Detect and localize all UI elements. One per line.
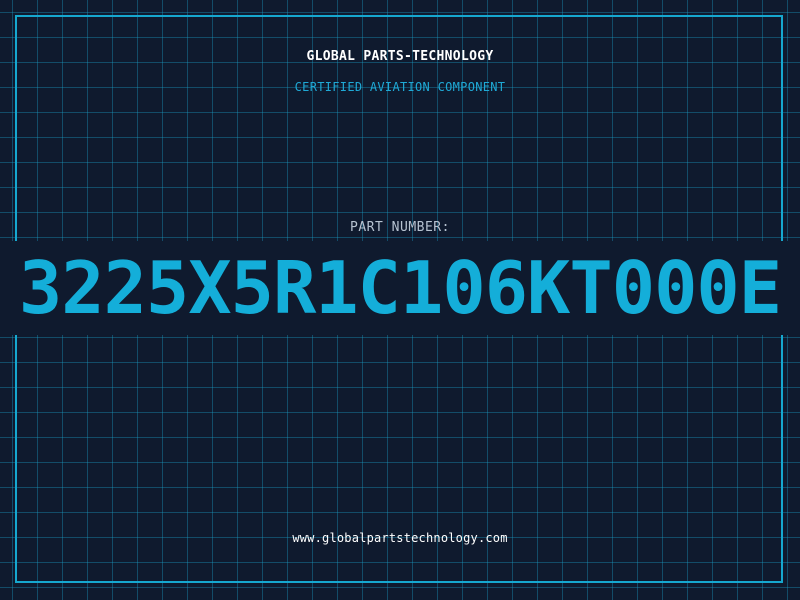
part-number-band: 3225X5R1C106KT000E	[0, 241, 800, 335]
part-number-label: PART NUMBER:	[350, 220, 450, 235]
part-card: GLOBAL PARTS-TECHNOLOGY CERTIFIED AVIATI…	[0, 0, 800, 600]
brand-title: GLOBAL PARTS-TECHNOLOGY	[306, 49, 494, 64]
website-url: www.globalpartstechnology.com	[292, 531, 508, 545]
part-number-value: 3225X5R1C106KT000E	[18, 246, 782, 330]
certification-subtitle: CERTIFIED AVIATION COMPONENT	[294, 80, 506, 94]
